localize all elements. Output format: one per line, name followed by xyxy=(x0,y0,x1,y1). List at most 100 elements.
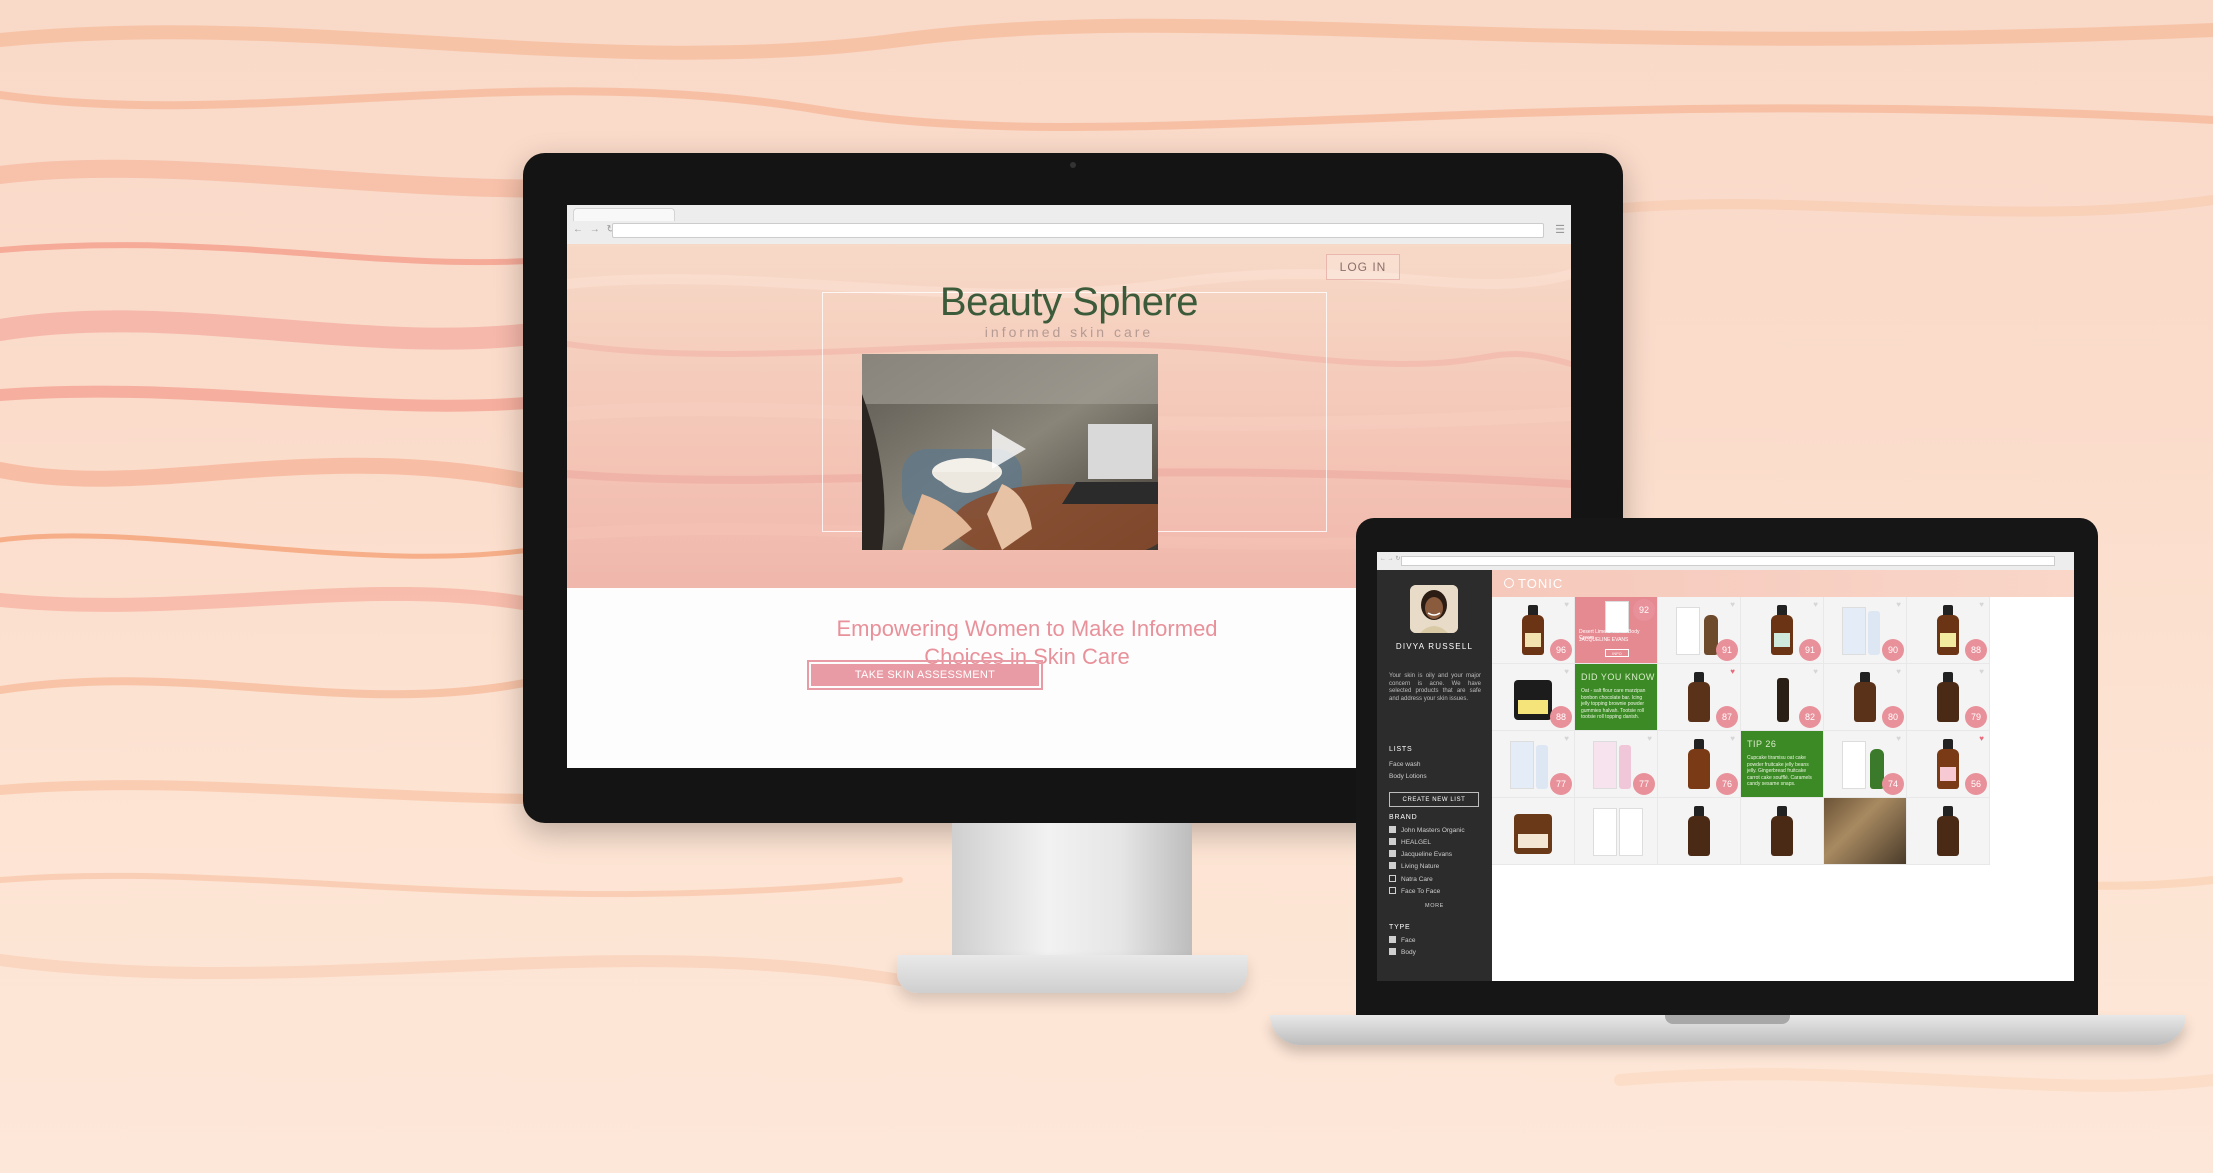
heart-icon[interactable]: ♥ xyxy=(1647,734,1652,743)
brand-filter-jacqueline-evans[interactable]: Jacqueline Evans xyxy=(1389,850,1452,859)
checkbox-icon[interactable] xyxy=(1389,887,1396,894)
product-card[interactable]: ♥ 96 xyxy=(1492,597,1575,664)
type-filter-face[interactable]: Face xyxy=(1389,936,1416,945)
camera-dot xyxy=(1070,162,1076,168)
product-card[interactable]: ♥ 74 xyxy=(1824,731,1907,798)
heart-icon[interactable]: ♥ xyxy=(1730,734,1735,743)
menu-icon[interactable]: ☰ xyxy=(1555,223,1565,236)
product-card[interactable]: ♥ 82 xyxy=(1741,664,1824,731)
product-card[interactable]: ♥ 91 xyxy=(1741,597,1824,664)
address-bar[interactable] xyxy=(612,223,1544,238)
heart-icon[interactable]: ♥ xyxy=(1896,667,1901,676)
brand-subtitle: informed skin care xyxy=(984,324,1154,340)
heart-icon[interactable]: ♥ xyxy=(1813,667,1818,676)
heart-icon[interactable]: ♥ xyxy=(1564,667,1569,676)
checkbox-icon[interactable] xyxy=(1389,850,1396,857)
brand-filter-label: Jacqueline Evans xyxy=(1401,851,1452,859)
product-box-image xyxy=(1842,741,1866,789)
take-assessment-button[interactable]: TAKE SKIN ASSESSMENT xyxy=(807,660,1043,690)
heart-icon[interactable]: ♥ xyxy=(1979,667,1984,676)
score-badge: 91 xyxy=(1799,639,1821,661)
product-box-image xyxy=(1593,808,1617,856)
monitor-base xyxy=(897,955,1247,993)
brand-filter-natra-care[interactable]: Natra Care xyxy=(1389,875,1433,883)
brand-more-link[interactable]: MORE xyxy=(1377,903,1492,909)
promo-card[interactable]: Desert Lime & Vanilla Body Cream JACQUEL… xyxy=(1575,597,1658,664)
promo-info-button[interactable]: INFO xyxy=(1605,649,1629,657)
product-card[interactable] xyxy=(1907,798,1990,865)
product-card[interactable] xyxy=(1492,798,1575,865)
product-card[interactable]: ♥ 80 xyxy=(1824,664,1907,731)
product-card[interactable]: ♥ 87 xyxy=(1658,664,1741,731)
product-card[interactable]: ♥ 76 xyxy=(1658,731,1741,798)
type-filter-label: Face xyxy=(1401,937,1416,945)
laptop-browser-nav-icons[interactable]: ← → ↻ xyxy=(1380,555,1400,562)
heart-icon[interactable]: ♥ xyxy=(1896,734,1901,743)
laptop-browser-chrome: ← → ↻ xyxy=(1377,552,2074,571)
product-card[interactable]: ♥ 88 xyxy=(1492,664,1575,731)
checkbox-icon[interactable] xyxy=(1389,936,1396,943)
product-card[interactable] xyxy=(1575,798,1658,865)
checkbox-icon[interactable] xyxy=(1389,826,1396,833)
score-badge: 88 xyxy=(1965,639,1987,661)
heart-icon[interactable]: ♥ xyxy=(1564,734,1569,743)
login-button[interactable]: LOG IN xyxy=(1326,254,1400,280)
bottle-image xyxy=(1937,682,1959,722)
product-card[interactable] xyxy=(1658,798,1741,865)
brand-filter-label: Living Nature xyxy=(1401,863,1440,871)
create-new-list-button[interactable]: CREATE NEW LIST xyxy=(1389,792,1479,807)
product-card[interactable]: ♥ 88 xyxy=(1907,597,1990,664)
brand-filter-face-to-face[interactable]: Face To Face xyxy=(1389,887,1441,896)
brand-filter-john-masters[interactable]: John Masters Organic xyxy=(1389,826,1465,834)
laptop-screen: ← → ↻ DIVYA RUSSELL Your skin is oily an… xyxy=(1377,552,2074,981)
product-card[interactable]: ♥ 79 xyxy=(1907,664,1990,731)
heart-icon[interactable]: ♥ xyxy=(1896,600,1901,609)
score-badge: 91 xyxy=(1716,639,1738,661)
heart-icon[interactable]: ♥ xyxy=(1730,667,1735,676)
intro-video[interactable] xyxy=(862,354,1158,550)
heart-icon[interactable]: ♥ xyxy=(1564,600,1569,609)
checkbox-icon[interactable] xyxy=(1389,948,1396,955)
product-box-image xyxy=(1842,607,1866,655)
browser-nav-icons[interactable]: ← → ↻ xyxy=(573,224,617,235)
tip-card: TIP 26 Cupcake tiramisu oat cake powder … xyxy=(1741,731,1824,798)
list-item-face-wash[interactable]: Face wash xyxy=(1389,761,1420,768)
brand-filter-label: HEALGEL xyxy=(1401,839,1431,847)
heart-icon[interactable]: ♥ xyxy=(1979,600,1984,609)
type-filter-body[interactable]: Body xyxy=(1389,948,1416,956)
brand-filter-living-nature[interactable]: Living Nature xyxy=(1389,862,1440,871)
product-tube-image xyxy=(1619,745,1631,789)
product-card[interactable]: ♥ 90 xyxy=(1824,597,1907,664)
heart-icon[interactable]: ♥ xyxy=(1730,600,1735,609)
brand-filter-label: Face To Face xyxy=(1401,888,1441,896)
laptop-notch xyxy=(1665,1015,1790,1024)
browser-tab[interactable] xyxy=(573,208,675,221)
checkbox-icon[interactable] xyxy=(1389,838,1396,845)
product-tube-image xyxy=(1536,745,1548,789)
heart-icon[interactable]: ♥ xyxy=(1979,734,1984,743)
product-card[interactable]: ♥ 77 xyxy=(1575,731,1658,798)
product-card[interactable]: ♥ 91 xyxy=(1658,597,1741,664)
play-icon[interactable] xyxy=(992,429,1026,469)
checkbox-icon[interactable] xyxy=(1389,875,1396,882)
lists-heading: LISTS xyxy=(1389,746,1413,753)
tip-text: Cupcake tiramisu oat cake powder fruitca… xyxy=(1747,755,1812,787)
list-item-body-lotions[interactable]: Body Lotions xyxy=(1389,773,1427,780)
avatar[interactable] xyxy=(1410,585,1458,633)
search-input[interactable]: TONIC xyxy=(1518,576,1563,591)
product-card[interactable]: ♥ 77 xyxy=(1492,731,1575,798)
search-bar[interactable]: TONIC xyxy=(1492,570,2074,597)
lifestyle-photo[interactable] xyxy=(1824,798,1907,865)
bottle-image xyxy=(1937,816,1959,856)
product-card[interactable]: ♥ 56 xyxy=(1907,731,1990,798)
bottle-image xyxy=(1688,682,1710,722)
heart-icon[interactable]: ♥ xyxy=(1813,600,1818,609)
brand-filter-healgel[interactable]: HEALGEL xyxy=(1389,838,1431,847)
bottle-label xyxy=(1940,767,1956,781)
search-icon xyxy=(1504,578,1514,588)
laptop-address-bar[interactable] xyxy=(1401,556,2055,566)
product-card[interactable] xyxy=(1741,798,1824,865)
tagline: Empowering Women to Make Informed Choice… xyxy=(747,615,1307,671)
did-you-know-card: DID YOU KNOW Oat - salt flour care marzi… xyxy=(1575,664,1658,731)
checkbox-icon[interactable] xyxy=(1389,862,1396,869)
